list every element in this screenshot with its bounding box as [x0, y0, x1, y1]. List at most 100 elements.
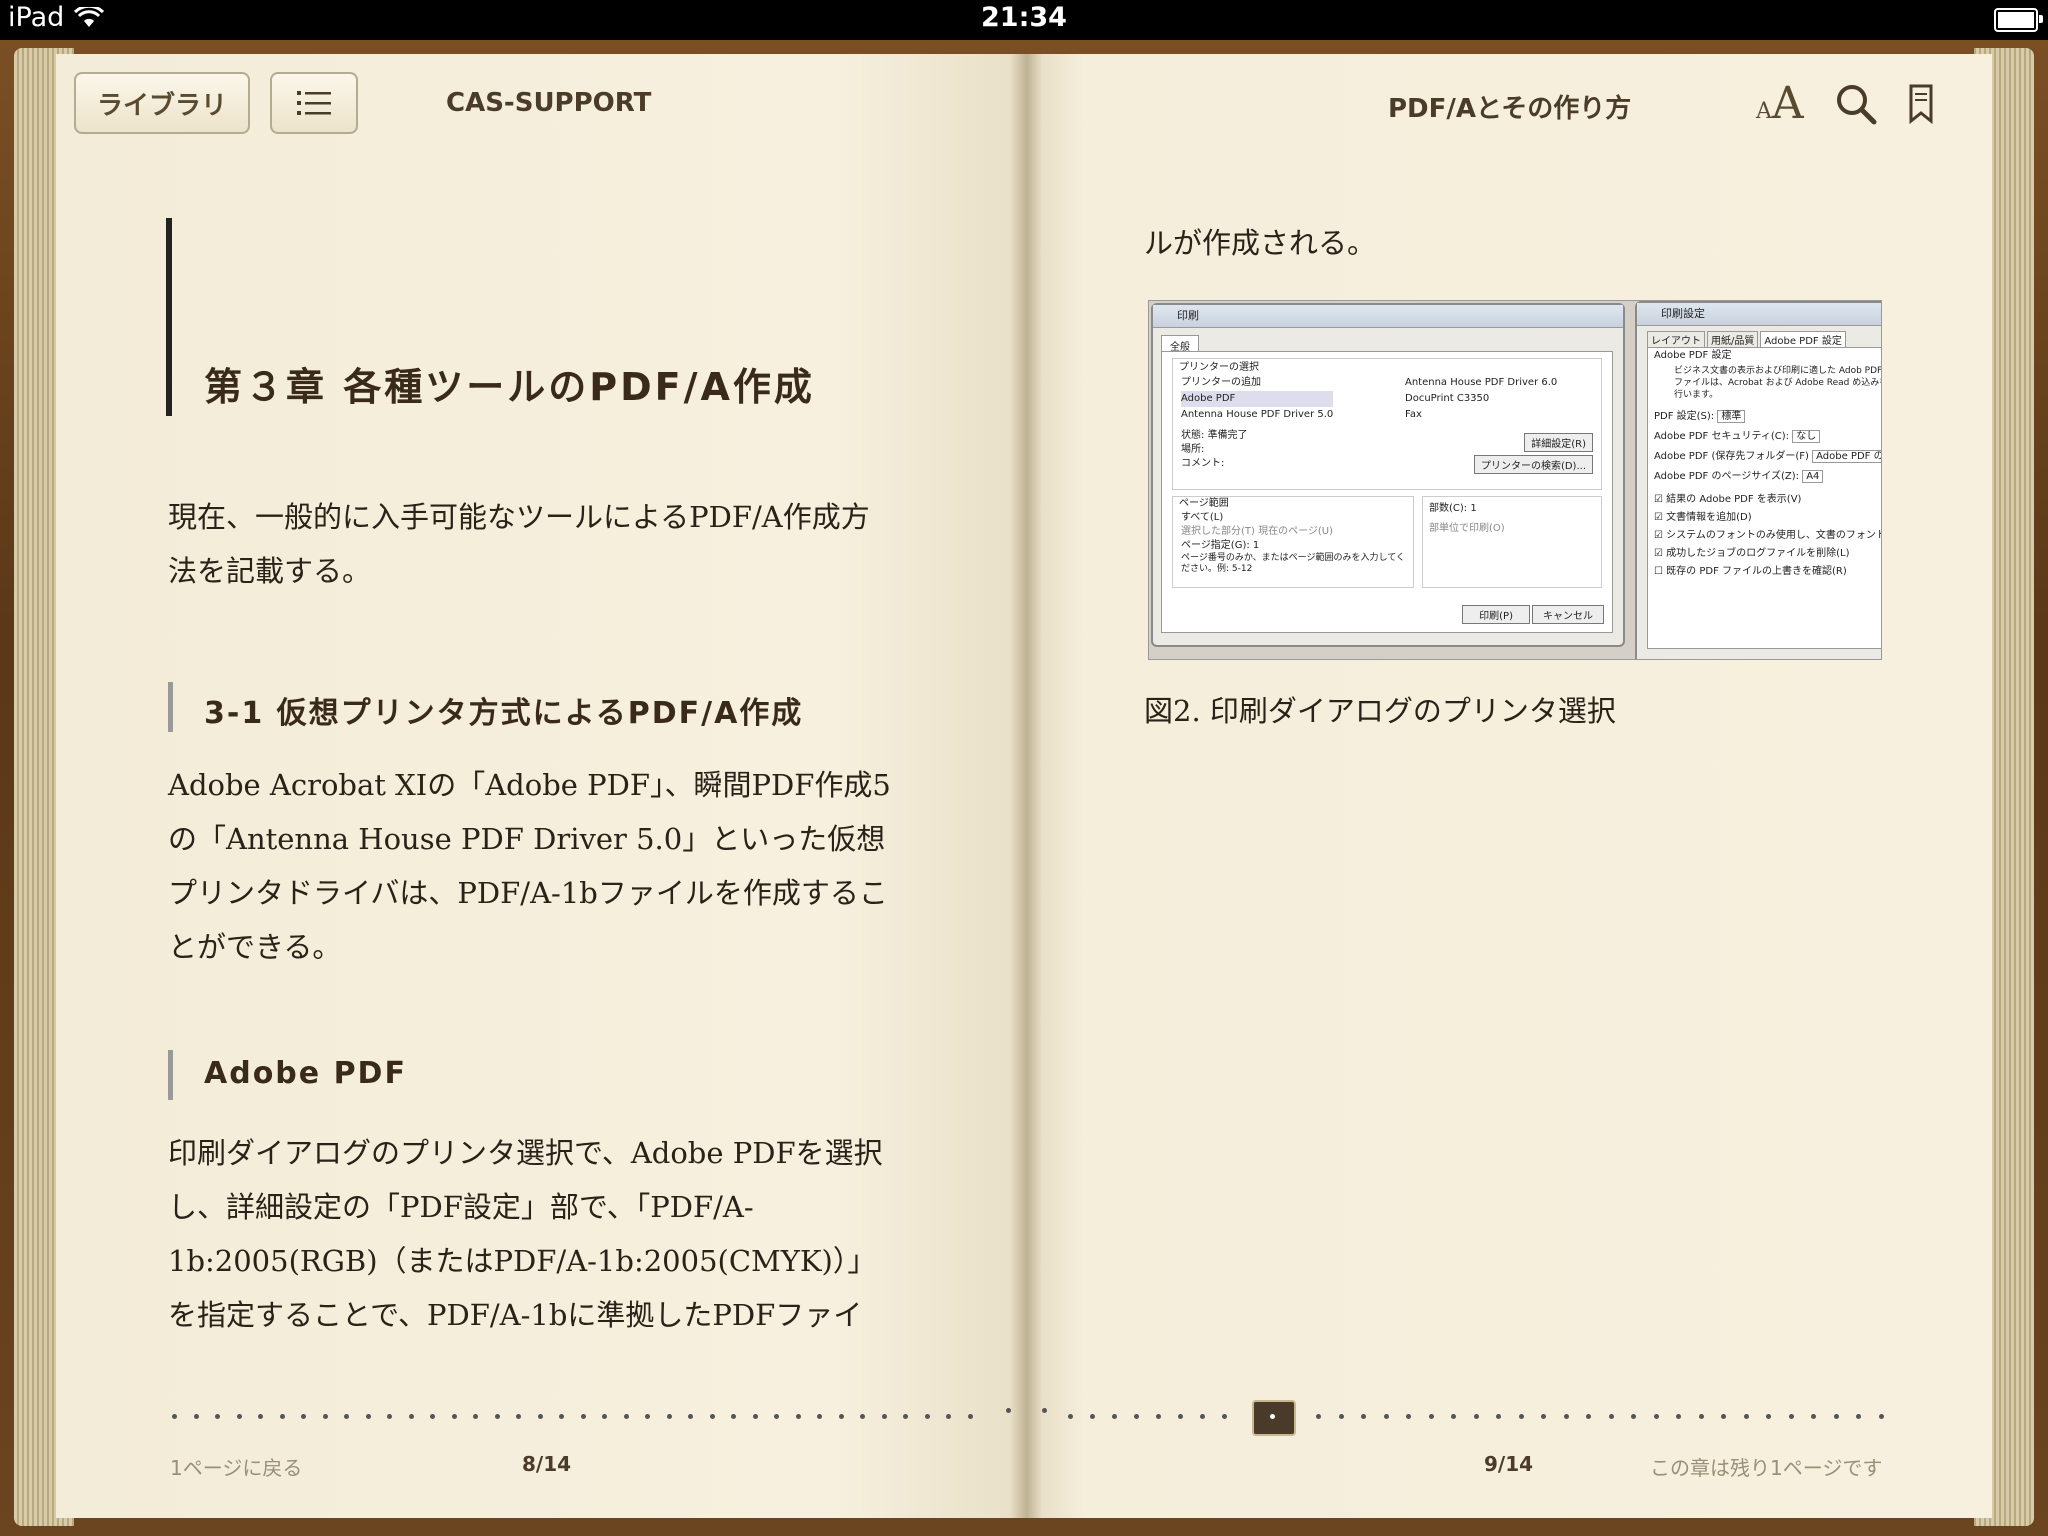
scrubber-dot[interactable] [1563, 1414, 1569, 1419]
scrubber-dot[interactable] [516, 1414, 521, 1419]
scrubber-dot[interactable] [838, 1414, 844, 1419]
subsection-title: Adobe PDF [204, 1056, 407, 1091]
range-current: 現在のページ(U) [1258, 526, 1334, 537]
page-range-group: ページ範囲 すべて(L) 選択した部分(T) 現在のページ(U) ページ指定(G… [1172, 496, 1414, 588]
scrubber-dot[interactable] [903, 1414, 908, 1419]
scrubber-dot[interactable] [688, 1414, 693, 1419]
scrubber-dot[interactable] [1112, 1414, 1117, 1419]
scrubber-dot[interactable] [817, 1414, 822, 1419]
scrubber-dot[interactable] [408, 1414, 414, 1419]
scrubber-dot[interactable] [795, 1414, 801, 1419]
setting-label: PDF 設定(S): [1654, 411, 1715, 422]
scrubber-dot[interactable] [623, 1414, 629, 1419]
scrubber-dot[interactable] [258, 1414, 263, 1419]
scrubber-dot[interactable] [387, 1414, 392, 1419]
scrubber-dot[interactable] [860, 1414, 865, 1419]
section-paragraph: Adobe Acrobat XIの「Adobe PDF」、瞬間PDF作成5の「A… [168, 768, 891, 964]
scrubber-dot[interactable] [666, 1414, 672, 1419]
scrubber-dot[interactable] [1721, 1414, 1726, 1419]
scrubber-dot[interactable] [645, 1414, 650, 1419]
range-all: すべて(L) [1181, 512, 1224, 523]
scrubber-dot[interactable] [1788, 1414, 1794, 1419]
scrubber-dot[interactable] [709, 1414, 715, 1419]
scrubber-dot[interactable] [602, 1414, 607, 1419]
book-title-right: PDF/Aとその作り方 [1388, 94, 1632, 124]
scrubber-dot[interactable] [752, 1414, 758, 1419]
print-settings-dialog: 印刷設定 レイアウト 用紙/品質 Adobe PDF 設定 Adobe PDF … [1635, 301, 1881, 659]
library-button[interactable]: ライブラリ [74, 72, 250, 134]
scrubber-dot[interactable] [1006, 1408, 1011, 1413]
table-of-contents-button[interactable] [270, 72, 358, 134]
scrubber-dot[interactable] [1178, 1414, 1183, 1419]
cancel-button: キャンセル [1532, 605, 1604, 624]
scrubber-dot[interactable] [1316, 1414, 1321, 1419]
scrubber-dot[interactable] [1428, 1414, 1434, 1419]
scrubber-dot[interactable] [1200, 1414, 1205, 1419]
scrubber-dot[interactable] [924, 1414, 930, 1419]
font-size-button[interactable]: AA [1756, 78, 1804, 129]
scrubber-dot[interactable] [1134, 1414, 1139, 1419]
scrubber-dot[interactable] [1406, 1414, 1411, 1419]
scrubber-dot[interactable] [1811, 1414, 1816, 1419]
scrubber-dot[interactable] [322, 1414, 328, 1419]
search-icon[interactable] [1834, 82, 1878, 126]
back-to-page-link[interactable]: 1ページに戻る [170, 1452, 302, 1481]
scrubber-dot[interactable] [946, 1414, 951, 1419]
scrubber-dot[interactable] [1698, 1414, 1704, 1419]
scrubber-dot[interactable] [451, 1414, 457, 1419]
copies-group: 部数(C): 1 部単位で印刷(O) [1422, 496, 1602, 588]
scrubber-dot[interactable] [1042, 1408, 1047, 1413]
book-title-left: CAS-SUPPORT [446, 88, 652, 118]
scrubber-dot[interactable] [1878, 1414, 1884, 1419]
scrubber-dot[interactable] [1586, 1414, 1591, 1419]
collate-label: 部単位で印刷(O) [1429, 523, 1505, 534]
scrubber-thumb[interactable] [1252, 1400, 1296, 1436]
scrubber-dot[interactable] [1383, 1414, 1389, 1419]
settings-tab-active: Adobe PDF 設定 [1760, 331, 1846, 348]
scrubber-dot[interactable] [1766, 1414, 1771, 1419]
scrubber-dot[interactable] [365, 1414, 371, 1419]
scrubber-dot[interactable] [301, 1414, 306, 1419]
scrubber-dot[interactable] [1090, 1414, 1095, 1419]
copies-label: 部数(C): [1429, 503, 1468, 514]
scrubber-dot[interactable] [1743, 1414, 1749, 1419]
scrubber-dot[interactable] [215, 1414, 220, 1419]
scrubber-dot[interactable] [731, 1414, 736, 1419]
scrubber-dot[interactable] [881, 1414, 887, 1419]
settings-dialog-title: 印刷設定 [1637, 303, 1881, 326]
scrubber-dot[interactable] [172, 1414, 177, 1419]
scrubber-dot[interactable] [1541, 1414, 1546, 1419]
scrubber-dot[interactable] [494, 1414, 500, 1419]
scrubber-dot[interactable] [1156, 1414, 1161, 1419]
scrubber-dot[interactable] [1338, 1414, 1344, 1419]
scrubber-dot[interactable] [1631, 1414, 1636, 1419]
scrubber-dot[interactable] [236, 1414, 242, 1419]
scrubber-dot[interactable] [344, 1414, 349, 1419]
scrubber-dot[interactable] [1856, 1414, 1861, 1419]
scrubber-dot[interactable] [473, 1414, 478, 1419]
scrubber-dot[interactable] [1473, 1414, 1479, 1419]
scrubber-dot[interactable] [1222, 1414, 1227, 1419]
right-page[interactable] [1026, 54, 1992, 1518]
scrubber-dot[interactable] [1496, 1414, 1501, 1419]
scrubber-dot[interactable] [774, 1414, 779, 1419]
scrubber-dot[interactable] [1361, 1414, 1366, 1419]
range-selection: 選択した部分(T) [1181, 526, 1255, 537]
scrubber-dot[interactable] [1451, 1414, 1456, 1419]
scrubber-dot[interactable] [537, 1414, 543, 1419]
scrubber-dot[interactable] [430, 1414, 435, 1419]
scrubber-dot[interactable] [1676, 1414, 1681, 1419]
scrubber-dot[interactable] [1518, 1414, 1524, 1419]
scrubber-dot[interactable] [1608, 1414, 1614, 1419]
scrubber-dot[interactable] [967, 1414, 973, 1419]
scrubber-dot[interactable] [193, 1414, 199, 1419]
scrubber-dot[interactable] [580, 1414, 586, 1419]
bookmark-icon[interactable] [1908, 84, 1934, 124]
setting-value: A4 [1802, 470, 1824, 483]
scrubber-dot[interactable] [279, 1414, 285, 1419]
scrubber-dot[interactable] [1653, 1414, 1659, 1419]
printer-item: Fax [1405, 409, 1422, 420]
scrubber-dot[interactable] [1833, 1414, 1839, 1419]
scrubber-dot[interactable] [559, 1414, 564, 1419]
scrubber-dot[interactable] [1068, 1414, 1073, 1419]
